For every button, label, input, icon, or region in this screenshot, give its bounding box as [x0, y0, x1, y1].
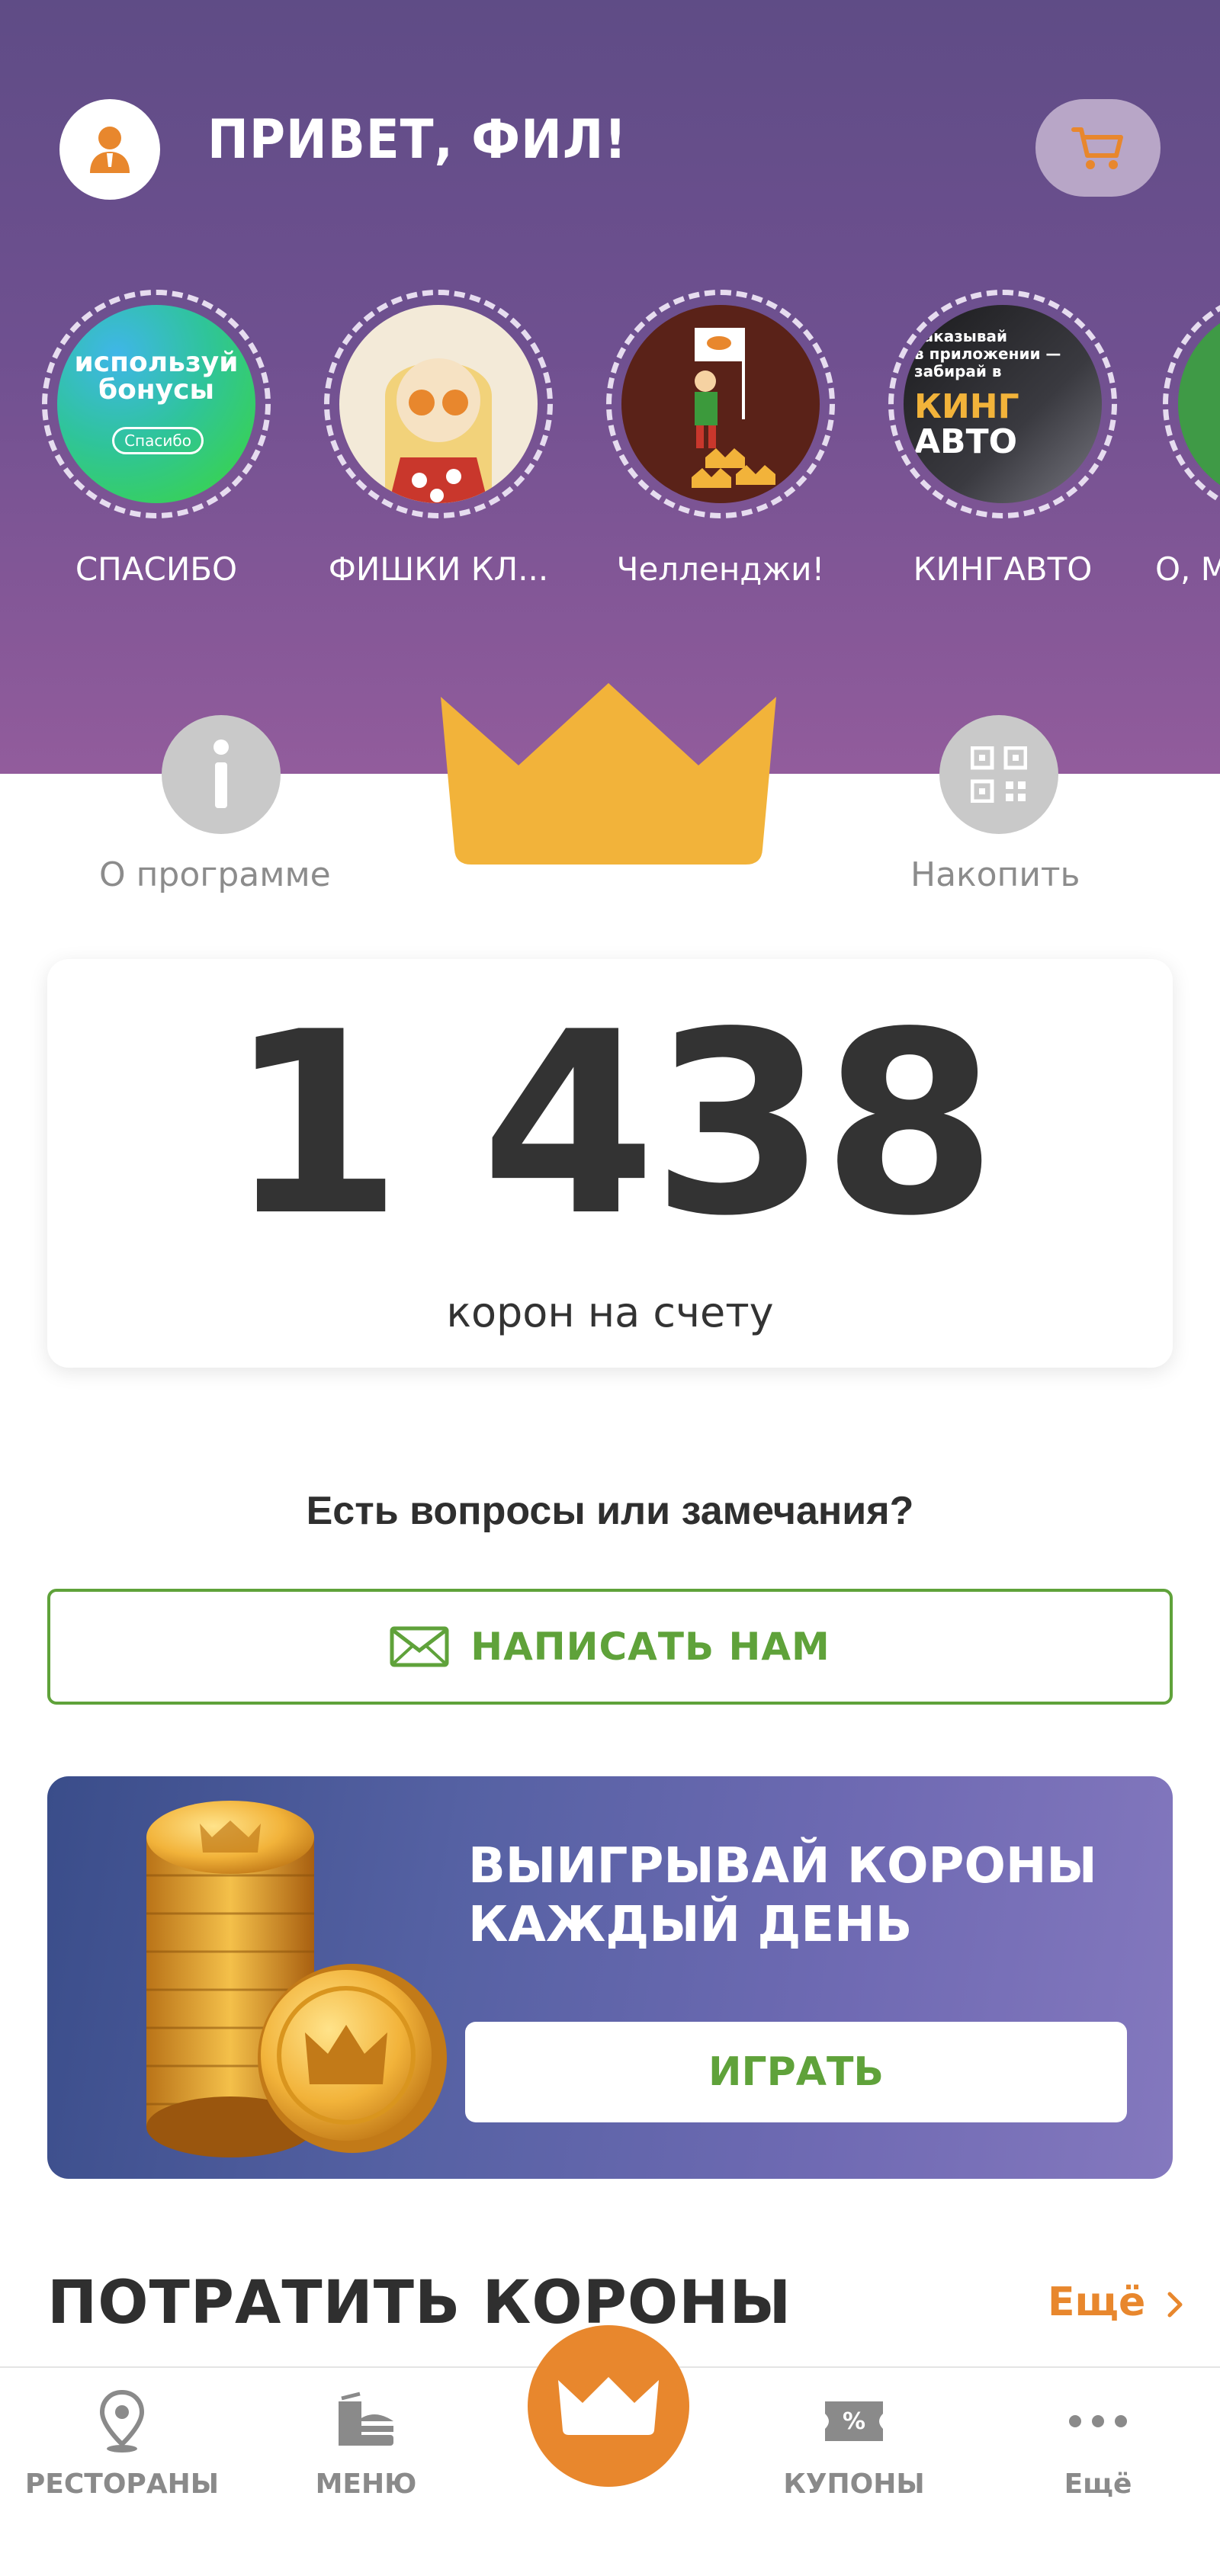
story-kingauto[interactable]: заказывай в приложении — забирай в КИНГ …	[881, 282, 1125, 602]
svg-text:%: %	[843, 2408, 865, 2435]
spend-crowns-title: ПОТРАТИТЬ КОРОНЫ	[47, 2269, 792, 2337]
more-dots-icon	[1069, 2415, 1127, 2427]
story-title-line: бонусы	[98, 374, 215, 406]
story-fishki[interactable]: ФИШКИ КЛ...	[316, 282, 560, 602]
cart-button[interactable]	[1035, 99, 1161, 197]
promo-title-line: КАЖДЫЙ ДЕНЬ	[468, 1896, 913, 1953]
crowns-balance-value: 1 438	[227, 978, 997, 1271]
crown-icon	[558, 2377, 659, 2435]
tab-crowns[interactable]	[528, 2325, 689, 2487]
cart-icon	[1071, 127, 1123, 169]
feedback-question: Есть вопросы или замечания?	[306, 1489, 914, 1533]
crown-icon	[441, 683, 776, 865]
story-partial[interactable]: О, М	[1155, 282, 1220, 602]
tab-more[interactable]: Ещё	[999, 2383, 1197, 2536]
play-label: ИГРАТЬ	[708, 2049, 884, 2095]
story-thumbnail: используй бонусы Спасибо	[57, 305, 255, 503]
tab-restaurants[interactable]: РЕСТОРАНЫ	[23, 2383, 221, 2536]
map-pin-icon	[99, 2389, 145, 2452]
illustration-girl	[385, 358, 492, 503]
write-us-button[interactable]: НАПИСАТЬ НАМ	[47, 1589, 1173, 1705]
collect-qr-button[interactable]	[939, 715, 1058, 834]
daily-game-banner[interactable]: ВЫИГРЫВАЙ КОРОНЫ КАЖДЫЙ ДЕНЬ ИГРАТЬ	[47, 1776, 1173, 2179]
about-program-label[interactable]: О программе	[99, 855, 331, 894]
coin-stack-image	[146, 1801, 447, 2157]
write-us-label: НАПИСАТЬ НАМ	[470, 1625, 830, 1669]
story-label: КИНГАВТО	[913, 550, 1093, 588]
user-icon	[90, 127, 130, 173]
more-label: Ещё	[1048, 2279, 1146, 2325]
burger-icon	[339, 2392, 393, 2446]
illustration-flag-boy	[692, 328, 775, 488]
chevron-right-icon	[1167, 2292, 1183, 2318]
greeting-title: ПРИВЕТ, ФИЛ!	[207, 108, 628, 171]
story-label: ФИШКИ КЛ...	[328, 550, 549, 588]
story-label: СПАСИБО	[75, 550, 238, 588]
story-brand-bottom: АВТО	[914, 422, 1018, 461]
tab-menu[interactable]: МЕНЮ	[267, 2383, 465, 2536]
play-button[interactable]: ИГРАТЬ	[465, 2022, 1127, 2122]
story-label: Челленджи!	[616, 550, 825, 588]
story-thumbnail	[621, 305, 820, 503]
story-brand-top: КИНГ	[914, 387, 1019, 426]
story-text-line: заказывай	[914, 327, 1008, 345]
spend-crowns-more-link[interactable]: Ещё	[1048, 2279, 1183, 2325]
profile-button[interactable]	[59, 99, 160, 200]
story-thumbnail: заказывай в приложении — забирай в КИНГ …	[904, 305, 1102, 503]
crowns-balance-card: 1 438 корон на счету	[47, 959, 1173, 1368]
coupon-icon: %	[825, 2401, 883, 2441]
story-text-line: в приложении —	[914, 345, 1061, 363]
story-badge: Спасибо	[112, 427, 204, 454]
story-text-line: забирай в	[914, 362, 1002, 380]
tab-coupons[interactable]: % КУПОНЫ	[755, 2383, 953, 2536]
story-spasibo[interactable]: используй бонусы Спасибо СПАСИБО	[34, 282, 278, 602]
tab-label: МЕНЮ	[315, 2469, 417, 2500]
info-icon	[214, 739, 229, 808]
tab-label: Ещё	[1064, 2469, 1132, 2500]
qr-code-icon	[971, 746, 1027, 803]
stories-carousel[interactable]: используй бонусы Спасибо СПАСИБО ФИШКИ К…	[0, 282, 1220, 602]
promo-title-line: ВЫИГРЫВАЙ КОРОНЫ	[468, 1838, 1097, 1894]
story-thumbnail	[339, 305, 538, 503]
story-label: О, М	[1155, 550, 1220, 588]
collect-label[interactable]: Накопить	[910, 855, 1080, 894]
bottom-tab-bar: РЕСТОРАНЫ МЕНЮ % КУПОНЫ Ещё	[0, 2325, 1220, 2576]
story-title-line: используй	[74, 347, 239, 378]
tab-label: КУПОНЫ	[783, 2469, 925, 2500]
about-program-button[interactable]	[162, 715, 281, 834]
story-challenges[interactable]: Челленджи!	[599, 282, 843, 602]
tab-label: РЕСТОРАНЫ	[24, 2469, 220, 2500]
crowns-balance-caption: корон на счету	[446, 1288, 774, 1336]
envelope-icon	[390, 1626, 449, 1667]
